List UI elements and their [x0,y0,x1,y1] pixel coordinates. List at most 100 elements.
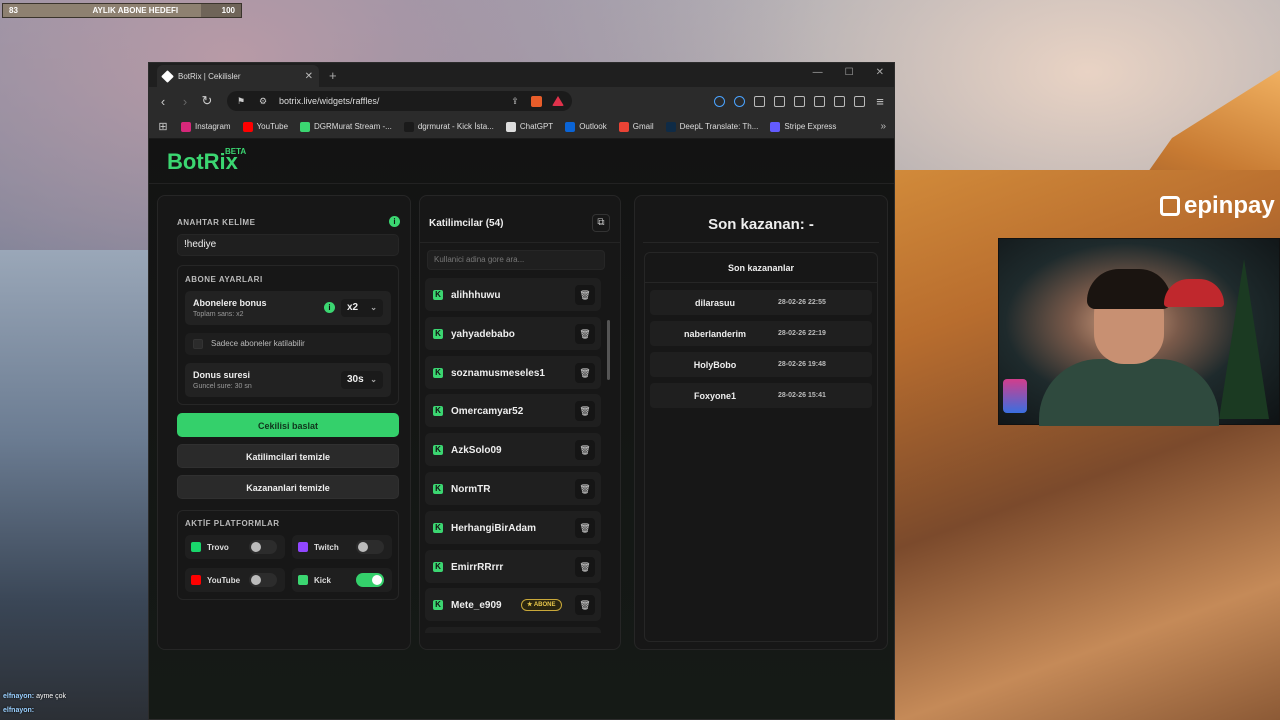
background-sea [0,250,150,720]
subscribers-only-checkbox[interactable] [193,339,203,349]
wallet-icon[interactable] [814,95,825,107]
participant-scrollbar[interactable] [607,320,610,380]
more-bookmarks-icon[interactable]: » [880,121,886,132]
subscribers-only-label: Sadece aboneler katilabilir [211,339,305,348]
bookmark-item[interactable]: Stripe Express [770,121,837,132]
bonus-multiplier-select[interactable]: x2 ⌄ [341,299,383,317]
bookmark-item[interactable]: DGRMurat Stream -... [300,121,392,132]
raffle-settings-panel: ANAHTAR KELİME i !hediye ABONE AYARLARI … [157,195,411,650]
trash-icon[interactable]: 🗑 [575,556,595,577]
bookmark-item[interactable]: Instagram [181,121,231,132]
winner-name: Foxyone1 [693,391,736,401]
brave-shield-icon[interactable] [531,95,542,107]
participant-name: AzkSolo09 [451,445,502,457]
subscriber-goal-target: 100 [221,6,235,15]
participant-name: HerhangiBirAdam [451,522,537,534]
bookmark-label: Stripe Express [784,122,837,131]
subscriber-settings-label: ABONE AYARLARI [185,275,263,284]
share-icon[interactable]: ⇪ [509,96,521,107]
keyword-input[interactable]: !hediye [177,234,399,256]
participant-row: Kyahyadebabo 🗑 [425,316,601,350]
subscriber-settings: ABONE AYARLARI Abonelere bonus Toplam sa… [177,265,399,405]
platform-name: Kick [314,576,331,585]
tab-botrix[interactable]: BotRix | Cekilisler ✕ [157,65,319,87]
bonus-info-icon[interactable]: i [324,302,335,313]
rgb-lamp [1003,379,1027,413]
toggle-knob [372,575,382,585]
menu-icon[interactable]: ≡ [874,94,886,109]
leo-ai-icon[interactable] [834,95,845,107]
reload-icon[interactable]: ↻ [201,93,213,109]
bookmark-favicon-icon [181,121,191,132]
trovo-icon [191,542,201,552]
subscribers-only-toggle[interactable]: Sadece aboneler katilabilir [185,333,391,355]
start-raffle-button[interactable]: Cekilisi baslat [177,413,399,437]
copy-icon[interactable]: ⧉ [592,214,610,232]
site-settings-icon[interactable]: ⚙ [257,96,269,107]
chat-text: ayme çok [36,693,67,700]
duration-select[interactable]: 30s ⌄ [341,371,383,389]
minimize-icon[interactable]: — [813,67,823,78]
bookmark-favicon-icon [403,121,414,132]
bookmark-list: Instagram YouTube DGRMurat Stream -... dgrm… [181,121,837,132]
botrix-logo[interactable]: BotRix BETA [167,147,246,175]
bookmark-item[interactable]: dgrmurat - Kick İsta... [403,121,494,132]
bookmark-favicon-icon [665,121,676,132]
bookmark-label: DGRMurat Stream -... [314,122,392,131]
kick-icon: K [433,561,443,572]
platform-toggle[interactable] [356,540,384,554]
trash-icon[interactable]: 🗑 [575,285,595,305]
bookmark-item[interactable]: ChatGPT [505,121,553,132]
extensions-icon[interactable] [754,95,765,107]
bookmark-item[interactable]: Gmail [618,121,654,132]
bookmark-icon[interactable]: ⚑ [235,96,247,107]
trash-icon[interactable]: 🗑 [575,362,595,383]
audio-extension-icon[interactable] [714,95,725,107]
bookmark-item[interactable]: DeepL Translate: Th... [665,121,758,132]
vpn-icon[interactable] [854,95,865,107]
chevron-down-icon: ⌄ [370,375,377,384]
back-icon[interactable]: ‹ [157,94,169,109]
platform-toggle[interactable] [249,540,277,554]
winner-row: naberlanderim 28-02-26 22:19 [650,321,872,346]
bookmark-item[interactable]: YouTube [242,121,288,132]
winner-date: 28-02-26 22:19 [778,330,826,337]
platform-toggle[interactable] [249,573,277,587]
trash-icon[interactable]: 🗑 [575,440,595,461]
new-tab-button[interactable]: + [329,68,337,83]
screenshot-icon[interactable] [774,95,785,107]
sidebar-icon[interactable] [794,95,805,107]
close-icon[interactable]: ✕ [305,71,313,82]
trash-icon[interactable]: 🗑 [575,517,595,538]
participant-row: K Mete_e909 ★ ABONE 🗑 [425,588,601,622]
forward-icon[interactable]: › [179,94,191,109]
maximize-icon[interactable]: ☐ [845,67,854,78]
apps-grid-icon[interactable]: ⊞ [157,120,169,133]
address-bar[interactable]: ⚑ ⚙ botrix.live/widgets/raffles/ ⇪ [227,91,572,111]
clear-winners-button[interactable]: Kazananlari temizle [177,475,399,499]
keyword-label: ANAHTAR KELİME [177,218,256,227]
trash-icon[interactable]: 🗑 [575,478,595,499]
kick-icon: K [433,367,443,378]
kick-icon: K [433,483,443,494]
window-close-icon[interactable]: ✕ [876,67,884,78]
clear-participants-button[interactable]: Katilimcilari temizle [177,444,399,468]
skype-extension-icon[interactable] [734,95,745,107]
keyword-info-icon[interactable]: i [389,216,400,227]
trash-icon[interactable]: 🗑 [575,595,595,616]
bookmark-favicon-icon [618,121,629,132]
browser-window: BotRix | Cekilisler ✕ + — ☐ ✕ ‹ › ↻ ⚑ ⚙ … [148,62,895,720]
trash-icon[interactable]: 🗑 [575,323,595,344]
participant-row: Ksoznamusmeseles1 🗑 [425,355,601,389]
active-platforms-label: AKTİF PLATFORMLAR [185,519,280,528]
subscriber-goal-current: 83 [9,6,18,15]
twitch-icon [298,542,308,552]
platform-toggle[interactable] [356,573,384,587]
trash-icon[interactable]: 🗑 [575,401,595,422]
toggle-knob [358,542,368,552]
winners-panel: Son kazanan: - Son kazananlar dilarasuu 2… [634,195,888,650]
participant-search-input[interactable]: Kullanici adina gore ara... [427,250,605,270]
participant-row: K HerhangiBirAdam 🗑 [425,510,601,544]
brave-rewards-icon[interactable] [552,96,564,106]
bookmark-item[interactable]: Outlook [565,121,607,132]
